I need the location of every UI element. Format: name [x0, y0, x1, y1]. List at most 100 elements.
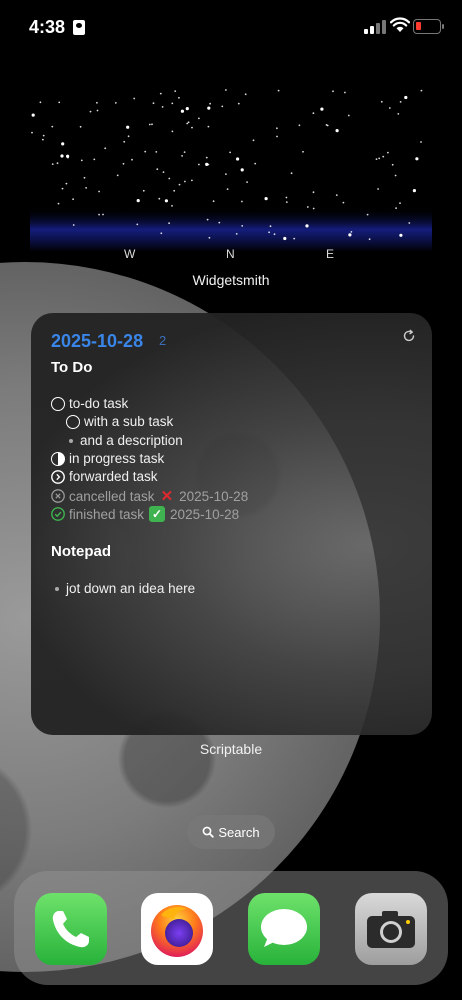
star [79, 125, 82, 128]
star [136, 223, 139, 226]
contact-card-icon [73, 20, 85, 35]
task-subtask[interactable]: with a sub task [66, 414, 173, 429]
widget-date: 2025-10-28 [51, 331, 144, 351]
messages-app-icon[interactable] [248, 893, 320, 965]
star [158, 197, 161, 200]
open-circle-icon [51, 396, 65, 411]
star [31, 113, 35, 117]
star [191, 126, 193, 129]
task-finished[interactable]: finished task ✓ 2025-10-28 [51, 506, 239, 522]
star [66, 154, 70, 158]
star [168, 222, 171, 225]
star [171, 205, 173, 207]
star [206, 218, 209, 221]
star [171, 102, 174, 105]
star [380, 100, 383, 103]
star [161, 106, 164, 108]
star [342, 201, 345, 204]
star [312, 207, 315, 210]
half-circle-icon [51, 451, 65, 466]
star [198, 163, 200, 166]
star [241, 200, 243, 203]
star [235, 233, 238, 235]
star [276, 135, 278, 138]
task-cancelled[interactable]: cancelled task ✕ 2025-10-28 [51, 487, 248, 505]
star [375, 158, 378, 160]
compass-east: E [326, 247, 335, 261]
star [180, 109, 184, 113]
task-in-progress[interactable]: in progress task [51, 451, 164, 466]
star [57, 202, 60, 205]
star [184, 180, 186, 183]
star [387, 151, 389, 154]
star [404, 95, 408, 100]
star [168, 177, 171, 180]
task-forwarded[interactable]: forwarded task [51, 469, 158, 484]
star [39, 101, 42, 104]
star [160, 232, 163, 235]
camera-app-icon[interactable] [355, 893, 427, 965]
star [273, 233, 276, 236]
refresh-icon[interactable] [402, 329, 416, 343]
star [72, 224, 75, 226]
star [377, 188, 379, 190]
open-circle-icon [66, 414, 80, 429]
star [391, 163, 394, 166]
star [162, 171, 165, 173]
star [269, 225, 272, 228]
star [395, 207, 397, 209]
star [276, 127, 278, 130]
phone-app-icon[interactable] [35, 893, 107, 965]
star [80, 159, 83, 162]
star [412, 189, 416, 193]
star [205, 156, 208, 159]
check-mark-icon: ✓ [149, 506, 166, 522]
status-bar: 4:38 [0, 0, 462, 56]
star [42, 134, 45, 137]
firefox-app-icon[interactable] [141, 893, 213, 965]
star [241, 225, 244, 227]
star [173, 189, 176, 192]
star [89, 110, 92, 113]
note-item[interactable]: jot down an idea here [55, 581, 195, 596]
wifi-icon [390, 17, 410, 32]
star [207, 163, 210, 166]
widgetsmith-label: Widgetsmith [192, 272, 270, 288]
star [332, 90, 334, 93]
star [65, 182, 68, 185]
star [306, 206, 309, 208]
cellular-signal-icon [364, 20, 386, 34]
star [415, 157, 419, 161]
spotlight-search-button[interactable]: Search [187, 815, 275, 849]
star [178, 183, 181, 186]
star [252, 139, 255, 142]
star [283, 236, 287, 241]
status-time: 4:38 [29, 17, 66, 37]
star [60, 154, 64, 158]
star [93, 158, 96, 161]
star [226, 188, 229, 190]
date-count: 2 [159, 333, 167, 348]
star [207, 106, 211, 110]
star [312, 112, 315, 115]
star [221, 105, 224, 108]
star [174, 90, 177, 92]
star [420, 141, 422, 143]
star [209, 102, 212, 105]
battery-icon [413, 19, 444, 34]
star [51, 163, 54, 165]
star [218, 221, 221, 224]
star [133, 97, 136, 100]
star [335, 194, 338, 196]
star [98, 213, 100, 216]
scriptable-widget[interactable]: 2025-10-28 2 To Do to-do task with a sub… [31, 313, 432, 735]
task-todo[interactable]: to-do task [51, 396, 128, 411]
star [187, 121, 190, 124]
star [397, 113, 400, 115]
sky-widget[interactable]: W N E [30, 82, 432, 272]
star [366, 213, 369, 216]
star [127, 135, 130, 138]
star [399, 233, 403, 237]
star [268, 231, 270, 234]
star [131, 158, 133, 161]
